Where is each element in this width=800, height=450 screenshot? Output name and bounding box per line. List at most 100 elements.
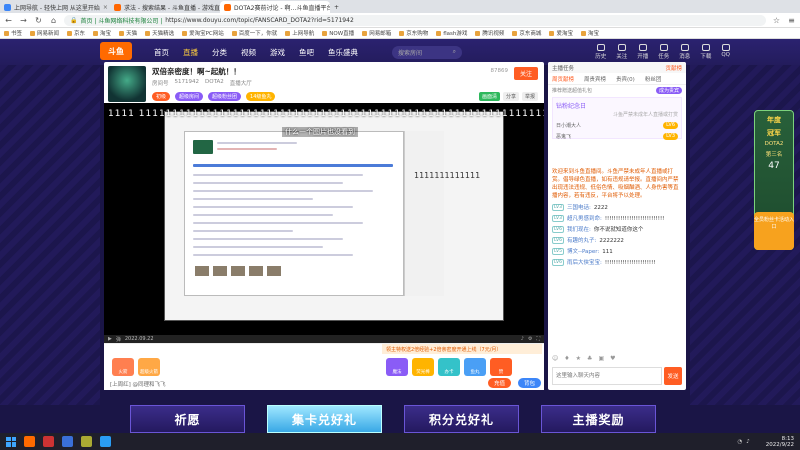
follow-button[interactable]: 关注 bbox=[513, 67, 538, 80]
tag-badge[interactable]: 初级 bbox=[152, 92, 171, 101]
chat-tool-icon[interactable]: ♥ bbox=[610, 355, 615, 363]
bookmark-item[interactable]: 天猫精选 bbox=[145, 29, 174, 37]
back-icon[interactable]: ← bbox=[4, 16, 13, 25]
nav-live[interactable]: 直播 bbox=[183, 47, 198, 58]
forward-icon[interactable]: → bbox=[19, 16, 28, 25]
chat-message[interactable]: LV6 雨后大侠宝宝:!!!!!!!!!!!!!!!!!!!!!!! bbox=[552, 259, 682, 267]
promo-banner[interactable]: 领主特权送2倍经验+2倍亲密度开通上线（7元/月） bbox=[382, 344, 542, 354]
tag-badge[interactable]: 超级粉丝团 bbox=[208, 92, 242, 101]
star-icon[interactable]: ☆ bbox=[772, 16, 781, 25]
bookmark-item[interactable]: 爱淘宝 bbox=[549, 29, 573, 37]
banner-card-exchange[interactable]: 集卡兑好礼 bbox=[267, 405, 382, 433]
qq-button[interactable]: QQ bbox=[721, 44, 730, 60]
settings-icon[interactable]: ⚙ bbox=[528, 336, 532, 342]
tag-badge[interactable]: 超级房间 bbox=[175, 92, 204, 101]
chat-input[interactable] bbox=[552, 367, 662, 385]
bookmark-item[interactable]: 京东 bbox=[67, 29, 85, 37]
gift-like[interactable]: 赞 bbox=[490, 358, 512, 376]
bookmark-item[interactable]: 天猫 bbox=[119, 29, 137, 37]
room-hall[interactable]: 直播大厅 bbox=[230, 79, 252, 87]
chat-username[interactable]: 博文--Paper: bbox=[567, 248, 599, 256]
video-player[interactable]: 1111 11111111111111111111111111111111111… bbox=[104, 103, 544, 343]
chat-tool-icon[interactable]: ▣ bbox=[598, 355, 604, 363]
gift-fishball[interactable]: 鱼丸 bbox=[464, 358, 486, 376]
bookmark-item[interactable]: 网易新闻 bbox=[30, 29, 59, 37]
room-category[interactable]: DOTA2 bbox=[205, 79, 224, 87]
quality-button[interactable]: 画面清 bbox=[478, 92, 500, 101]
history-button[interactable]: 历史 bbox=[595, 44, 606, 60]
tab-weekly-vip[interactable]: 周贵宾榜 bbox=[584, 75, 606, 83]
nav-home[interactable]: 首页 bbox=[154, 47, 169, 58]
chat-tool-icon[interactable]: ★ bbox=[576, 355, 581, 363]
gift-magic[interactable]: 魔法 bbox=[386, 358, 408, 376]
bookmark-item[interactable]: 书签 bbox=[4, 29, 22, 37]
tag-badge[interactable]: 14级鱼丸 bbox=[246, 92, 276, 101]
site-logo[interactable]: 斗鱼 bbox=[100, 42, 132, 60]
chat-tool-icon[interactable]: ♦ bbox=[564, 355, 569, 363]
gift-rocket[interactable]: 火箭 bbox=[112, 358, 134, 376]
become-vip-button[interactable]: 成为贵宾 bbox=[655, 86, 682, 94]
share-button[interactable]: 分享 bbox=[502, 92, 519, 101]
chat-username[interactable]: 我们现在: bbox=[567, 226, 591, 234]
gift-glowstick[interactable]: 荧光棒 bbox=[412, 358, 434, 376]
app-icon[interactable] bbox=[43, 436, 54, 447]
volume-icon[interactable]: ♪ bbox=[521, 336, 524, 342]
chat-list[interactable]: 欢迎来到斗鱼直播间。斗鱼严禁未成年人直播或打赏。倡导绿色直播，如有违规请举报。直… bbox=[552, 168, 682, 354]
windows-start-icon[interactable] bbox=[6, 436, 16, 447]
report-button[interactable]: 举报 bbox=[521, 92, 538, 101]
task-button[interactable]: 任务 bbox=[658, 44, 669, 60]
bookmark-item[interactable]: flash游戏 bbox=[436, 29, 467, 37]
chat-message[interactable]: LV3 三国电话: 2222 bbox=[552, 204, 682, 212]
banner-points-exchange[interactable]: 积分兑好礼 bbox=[404, 405, 519, 433]
home-icon[interactable]: ⌂ bbox=[49, 16, 58, 25]
tab-fans[interactable]: 粉丝团 bbox=[645, 75, 662, 83]
url-input[interactable]: 🔒 首页 | 斗鱼网络科技有限公司 | https://www.douyu.co… bbox=[64, 14, 766, 26]
clock[interactable]: 8:13 2022/9/22 bbox=[766, 436, 794, 448]
fan-row[interactable]: 恶鬼飞 LV3 bbox=[556, 133, 678, 140]
contribution-link[interactable]: 贡献榜 bbox=[665, 64, 682, 72]
activity-entry[interactable]: 全员粉丝卡活动入口 bbox=[754, 212, 794, 250]
nav-yuba[interactable]: 鱼吧 bbox=[299, 47, 314, 58]
bookmark-item[interactable]: 淘宝 bbox=[93, 29, 111, 37]
bookmark-item[interactable]: 腾讯视频 bbox=[475, 29, 504, 37]
tab-vip[interactable]: 贵宾(0) bbox=[616, 75, 635, 83]
new-tab-button[interactable]: + bbox=[330, 1, 343, 13]
bookmark-item[interactable]: 京东商城 bbox=[512, 29, 541, 37]
nav-video[interactable]: 视频 bbox=[241, 47, 256, 58]
gift-super-rocket[interactable]: 超级火箭 bbox=[138, 358, 160, 376]
folder-icon[interactable] bbox=[81, 436, 92, 447]
chat-username[interactable]: 雨后大侠宝宝: bbox=[567, 259, 602, 267]
fullscreen-icon[interactable]: ⛶ bbox=[536, 336, 540, 342]
bookmark-item[interactable]: 淘宝 bbox=[580, 29, 599, 37]
gift-card[interactable]: 办卡 bbox=[438, 358, 460, 376]
bookmark-item[interactable]: 网易邮箱 bbox=[362, 29, 391, 37]
chat-username[interactable]: 三国电话: bbox=[567, 204, 591, 212]
tab-3[interactable]: DOTA2赛前讨论 - 啊…斗鱼直播平台× bbox=[220, 1, 330, 13]
chat-message[interactable]: LV6 有趣的丸子: 2222222 bbox=[552, 237, 682, 245]
browser-app-icon[interactable] bbox=[62, 436, 73, 447]
chat-message[interactable]: LV6 我们现在: 你不说就知道你这个 bbox=[552, 226, 682, 234]
chat-message[interactable]: LV5 博文--Paper: 111 bbox=[552, 248, 682, 256]
nav-category[interactable]: 分类 bbox=[212, 47, 227, 58]
message-button[interactable]: 消息 bbox=[679, 44, 690, 60]
bookmark-item[interactable]: NOW直播 bbox=[322, 29, 354, 37]
tab-weekly-contribution[interactable]: 周贡献榜 bbox=[552, 75, 574, 83]
search-input[interactable]: 搜索房间 ⌕ bbox=[392, 45, 462, 59]
download-button[interactable]: 下载 bbox=[700, 44, 711, 60]
chat-tool-icon[interactable]: ☺ bbox=[552, 355, 558, 363]
refresh-icon[interactable]: ↻ bbox=[34, 16, 43, 25]
app-icon[interactable] bbox=[24, 436, 35, 447]
start-live-button[interactable]: 开播 bbox=[637, 44, 648, 60]
nav-festival[interactable]: 鱼乐盛典 bbox=[328, 47, 358, 58]
fan-row[interactable]: 日小潮大人 LV6 bbox=[556, 122, 678, 129]
bookmark-item[interactable]: 爱淘宝PC网站 bbox=[182, 29, 224, 37]
menu-icon[interactable]: ≡ bbox=[787, 16, 796, 25]
tab-1[interactable]: 上网导航 - 轻快上网 从这里开始 × bbox=[0, 1, 110, 13]
bookmark-item[interactable]: 上网导航 bbox=[285, 29, 314, 37]
recharge-button[interactable]: 充值 bbox=[488, 378, 512, 388]
bookmark-item[interactable]: 百度一下，你就 bbox=[231, 29, 277, 37]
bookmark-item[interactable]: 京东购物 bbox=[399, 29, 428, 37]
play-icon[interactable]: ▶ bbox=[108, 336, 112, 342]
danmu-toggle-icon[interactable]: 弹 bbox=[116, 336, 121, 343]
chat-tool-icon[interactable]: ♣ bbox=[587, 355, 592, 363]
